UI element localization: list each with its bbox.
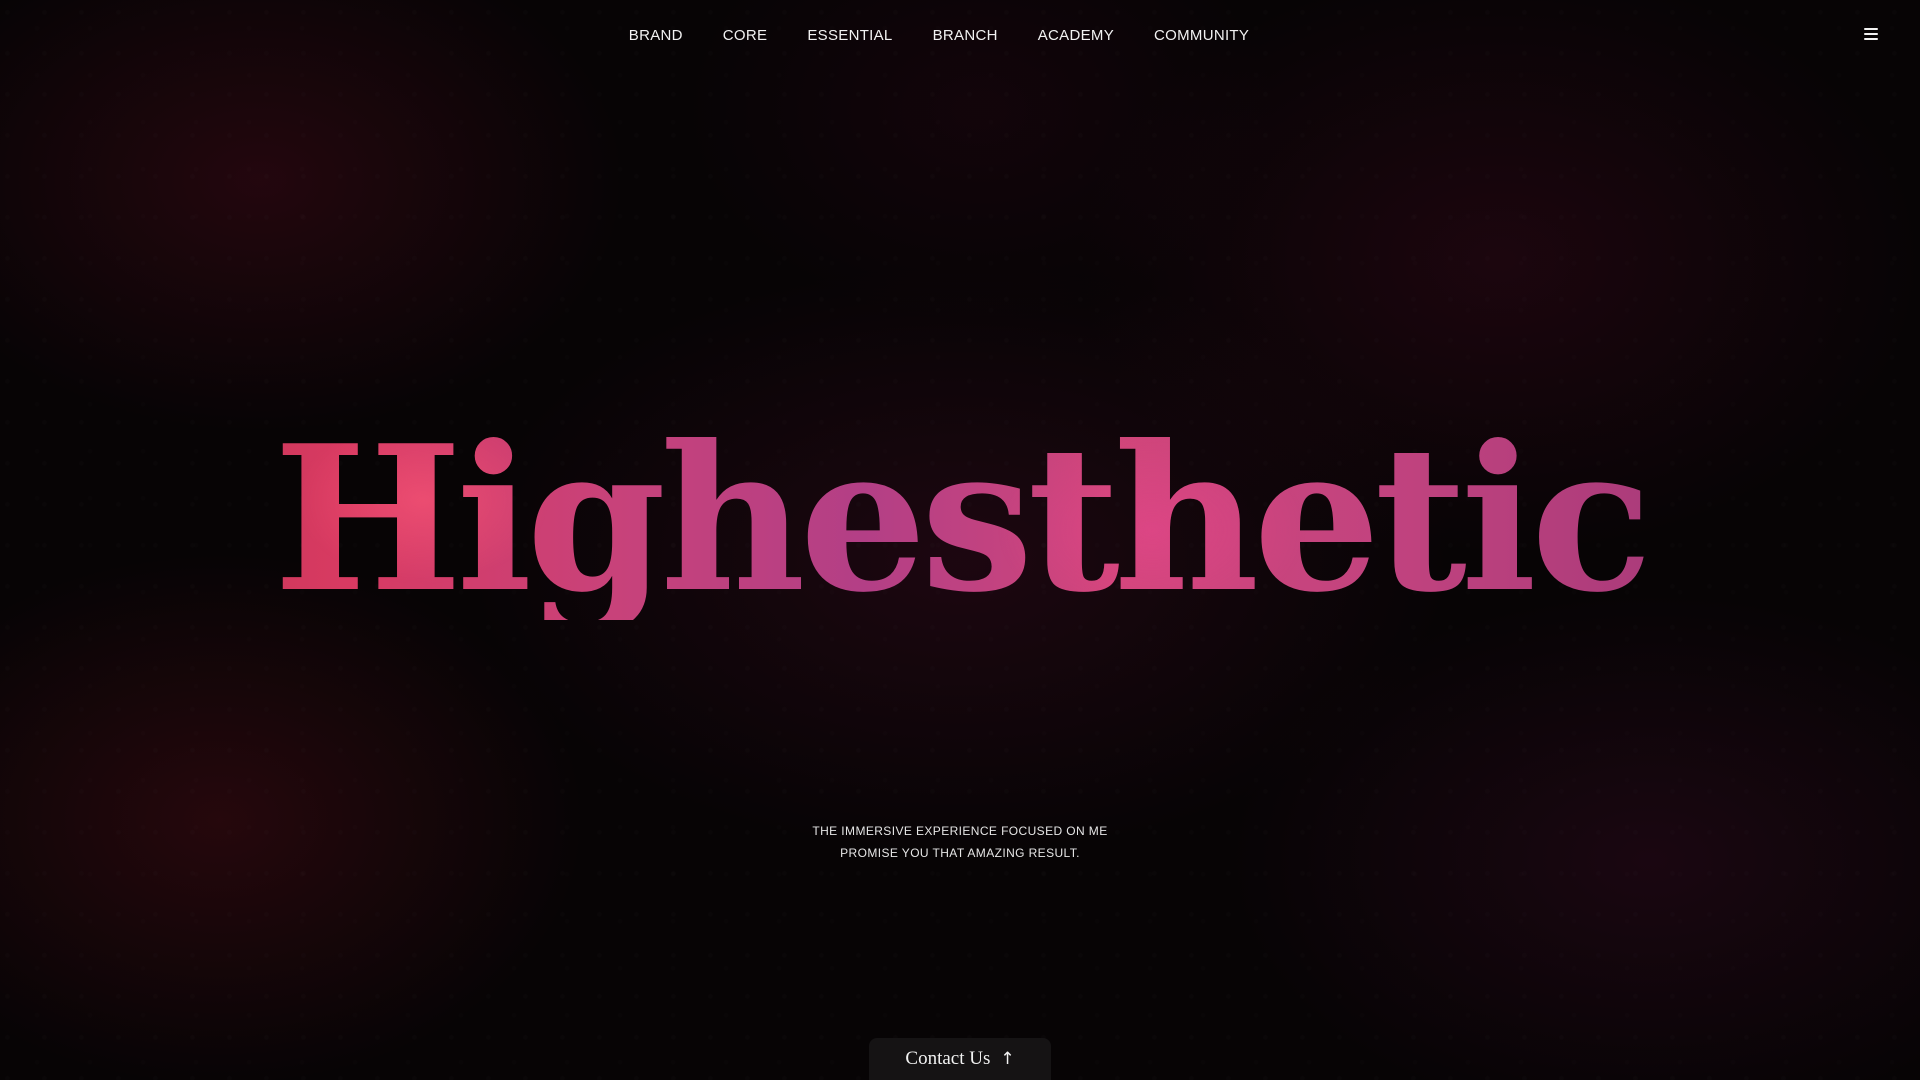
hero-title: Highesthetic bbox=[0, 420, 1920, 620]
nav-list: BRAND CORE ESSENTIAL BRANCH ACADEMY COMM… bbox=[609, 24, 1269, 46]
nav-item-essential[interactable]: ESSENTIAL bbox=[807, 27, 892, 44]
menu-line bbox=[1864, 38, 1878, 40]
menu-line bbox=[1864, 28, 1878, 30]
arrow-up-icon: ↑ bbox=[1000, 1049, 1015, 1069]
hamburger-menu-icon[interactable] bbox=[1864, 27, 1880, 41]
tagline-line-1: THE IMMERSIVE EXPERIENCE FOCUSED ON ME bbox=[812, 824, 1108, 838]
nav-item-branch[interactable]: BRANCH bbox=[933, 27, 998, 44]
menu-line bbox=[1864, 33, 1878, 35]
nav-item-core[interactable]: CORE bbox=[723, 27, 768, 44]
nav-item-community[interactable]: COMMUNITY bbox=[1154, 27, 1249, 44]
top-navigation: BRAND CORE ESSENTIAL BRANCH ACADEMY COMM… bbox=[0, 24, 1920, 46]
contact-us-label: Contact Us bbox=[905, 1048, 991, 1069]
hero-tagline: THE IMMERSIVE EXPERIENCE FOCUSED ON ME P… bbox=[0, 820, 1920, 864]
contact-us-button[interactable]: Contact Us ↑ bbox=[869, 1038, 1051, 1080]
tagline-line-2: PROMISE YOU THAT AMAZING RESULT. bbox=[840, 846, 1080, 860]
nav-item-brand[interactable]: BRAND bbox=[629, 27, 683, 44]
nav-item-academy[interactable]: ACADEMY bbox=[1038, 27, 1114, 44]
